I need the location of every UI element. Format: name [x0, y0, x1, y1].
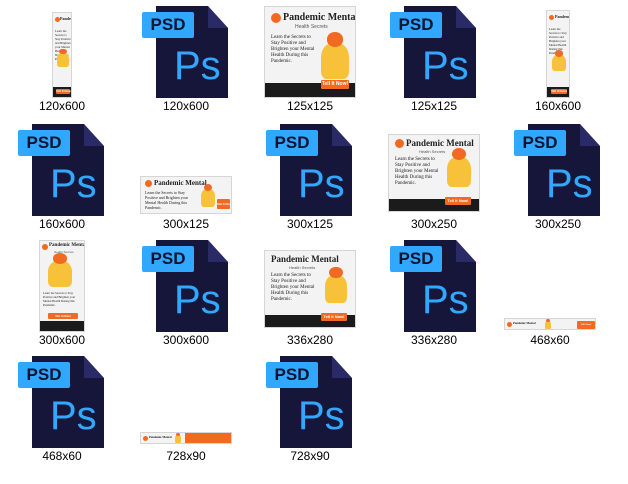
file-name: 160x600 [38, 217, 86, 231]
file-name: 300x600 [38, 333, 86, 347]
banner-thumbnail: Pandemic Mental Learn the Secrets to Sta… [124, 120, 248, 218]
file-item-125x125-jpg[interactable]: Pandemic Mental Health Secrets Learn the… [248, 2, 372, 120]
banner-thumbnail: Pandemic Mental Health Secrets Learn the… [0, 236, 124, 334]
banner-preview: Pandemic Mental Learn the Secrets to Sta… [52, 12, 72, 98]
file-item-300x125-jpg[interactable]: Pandemic Mental Learn the Secrets to Sta… [124, 120, 248, 238]
file-item-300x125-psd[interactable]: PSD Ps 300x125 [248, 120, 372, 238]
file-name: 300x125 [286, 217, 334, 231]
file-name: 160x600 [534, 99, 582, 113]
banner-preview: Pandemic Mental Health Secrets Learn the… [388, 134, 480, 212]
file-item-120x600-psd[interactable]: PSD Ps 120x600 [124, 2, 248, 120]
file-item-300x250-psd[interactable]: PSD Ps 300x250 [496, 120, 620, 238]
banner-thumbnail: Pandemic Mental Health Secrets Learn the… [248, 2, 372, 100]
banner-preview: Pandemic Mental Health Secrets Learn the… [264, 250, 356, 328]
banner-thumbnail: Pandemic Mental [124, 352, 248, 450]
file-name: 336x280 [286, 333, 334, 347]
file-name: 120x600 [38, 99, 86, 113]
file-item-468x60-psd[interactable]: PSD Ps 468x60 [0, 352, 124, 470]
banner-preview: Pandemic Mental Learn the Secrets to Sta… [546, 10, 570, 98]
file-item-336x280-psd[interactable]: PSD Ps 336x280 [372, 236, 496, 354]
file-grid: Pandemic Mental Learn the Secrets to Sta… [0, 0, 628, 484]
file-item-120x600-jpg[interactable]: Pandemic Mental Learn the Secrets to Sta… [0, 2, 124, 120]
banner-thumbnail: Pandemic Mental Learn the Secrets to Sta… [496, 2, 620, 100]
file-item-160x600-jpg[interactable]: Pandemic Mental Learn the Secrets to Sta… [496, 2, 620, 120]
banner-thumbnail: Pandemic Mental Health Secrets Learn the… [372, 120, 496, 218]
psd-file-icon: PSD Ps [372, 236, 496, 334]
file-name: 300x250 [534, 217, 582, 231]
psd-file-icon: PSD Ps [124, 236, 248, 334]
file-item-300x600-psd[interactable]: PSD Ps 300x600 [124, 236, 248, 354]
file-item-336x280-jpg[interactable]: Pandemic Mental Health Secrets Learn the… [248, 236, 372, 354]
file-item-125x125-psd[interactable]: PSD Ps 125x125 [372, 2, 496, 120]
banner-thumbnail: Pandemic Mental Tell It Now! [488, 236, 612, 334]
banner-preview: Pandemic Mental Tell It Now! [504, 318, 596, 330]
file-item-728x90-jpg[interactable]: Pandemic Mental 728x90 [124, 352, 248, 470]
file-name: 120x600 [162, 99, 210, 113]
file-name: 468x60 [42, 449, 82, 463]
file-name: 300x600 [162, 333, 210, 347]
banner-preview: Pandemic Mental Health Secrets Learn the… [39, 240, 85, 332]
psd-file-icon: PSD Ps [248, 352, 372, 450]
banner-preview: Pandemic Mental Health Secrets Learn the… [264, 6, 356, 98]
file-name: 300x250 [410, 217, 458, 231]
file-item-300x600-jpg[interactable]: Pandemic Mental Health Secrets Learn the… [0, 236, 124, 354]
file-name: 728x90 [290, 449, 330, 463]
psd-file-icon: PSD Ps [0, 352, 124, 450]
banner-preview: Pandemic Mental Learn the Secrets to Sta… [140, 176, 232, 214]
file-item-160x600-psd[interactable]: PSD Ps 160x600 [0, 120, 124, 238]
file-item-728x90-psd[interactable]: PSD Ps 728x90 [248, 352, 372, 470]
file-name: 336x280 [410, 333, 458, 347]
psd-file-icon: PSD Ps [248, 120, 372, 218]
file-name: 125x125 [410, 99, 458, 113]
psd-file-icon: PSD Ps [496, 120, 620, 218]
banner-thumbnail: Pandemic Mental Learn the Secrets to Sta… [0, 2, 124, 100]
banner-preview: Pandemic Mental [140, 432, 232, 444]
psd-file-icon: PSD Ps [0, 120, 124, 218]
file-name: 300x125 [162, 217, 210, 231]
psd-file-icon: PSD Ps [124, 2, 248, 100]
file-name: 125x125 [286, 99, 334, 113]
file-item-300x250-jpg[interactable]: Pandemic Mental Health Secrets Learn the… [372, 120, 496, 238]
psd-file-icon: PSD Ps [372, 2, 496, 100]
file-item-468x60-jpg[interactable]: Pandemic Mental Tell It Now! 468x60 [488, 236, 612, 354]
banner-thumbnail: Pandemic Mental Health Secrets Learn the… [248, 236, 372, 334]
file-name: 468x60 [530, 333, 570, 347]
file-name: 728x90 [166, 449, 206, 463]
